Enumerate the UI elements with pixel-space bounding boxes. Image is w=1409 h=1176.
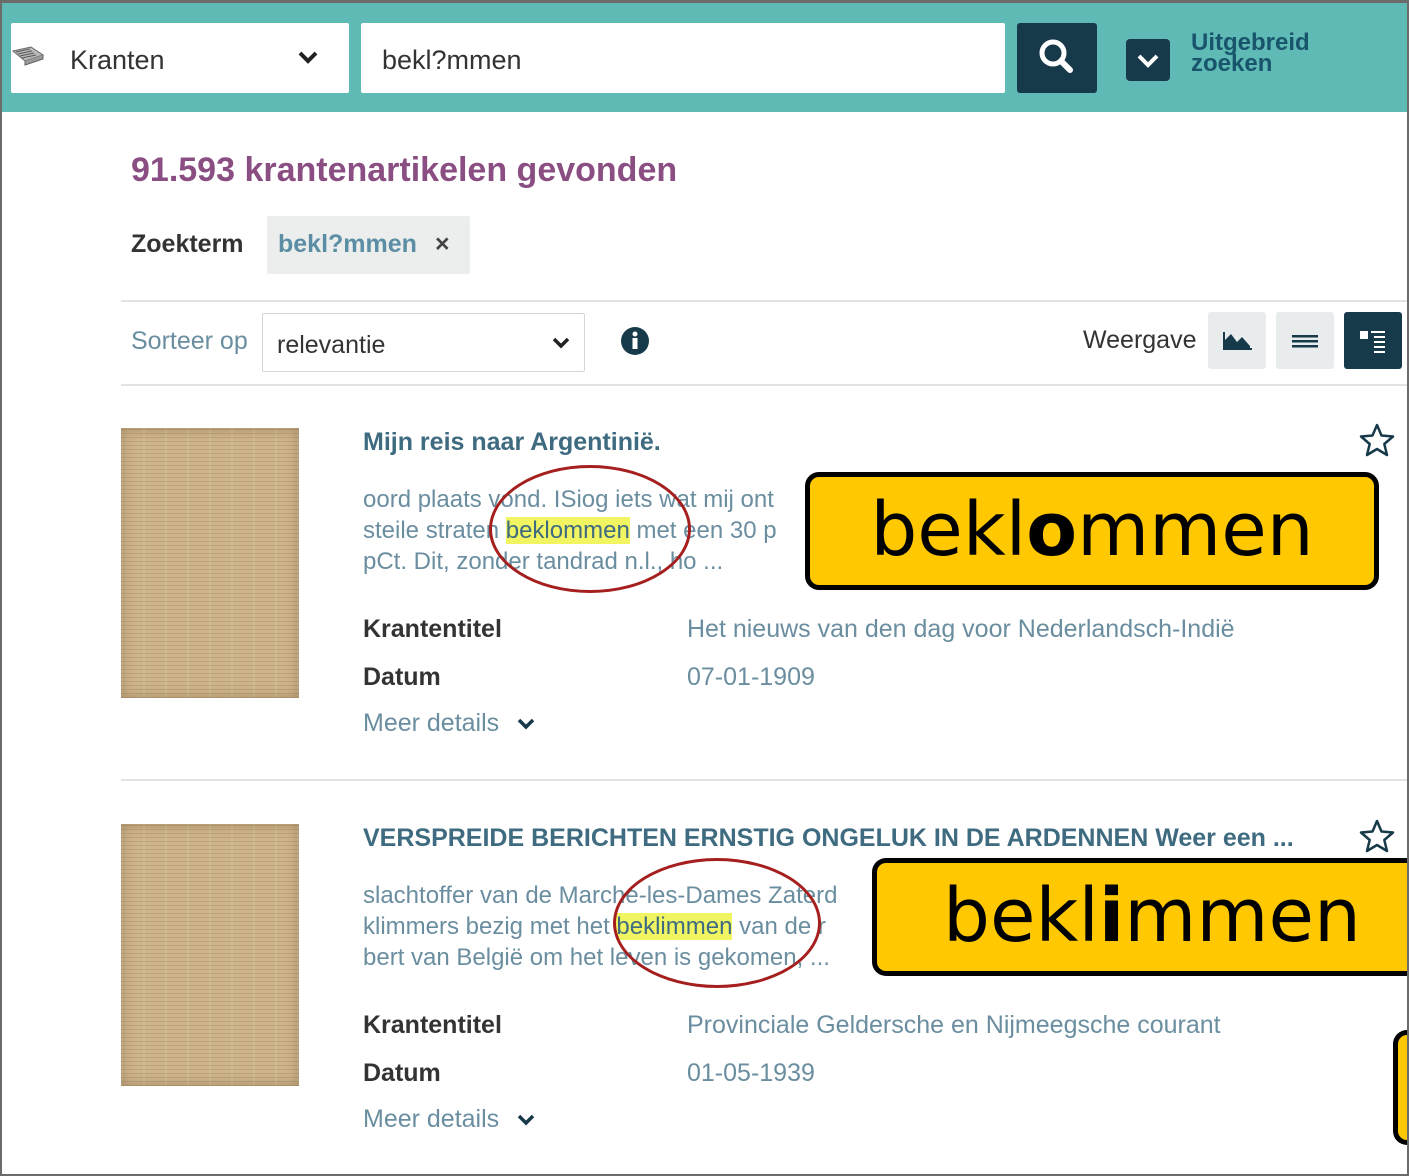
divider: [121, 384, 1409, 386]
callout-text: bekl: [943, 873, 1099, 959]
word-callout-partial: [1393, 1030, 1409, 1145]
search-bar: Kranten bekl?mmen Uitgebreid zoeken: [2, 3, 1409, 112]
advanced-search-link[interactable]: Uitgebreid zoeken: [1191, 31, 1351, 77]
word-callout: beklimmen: [872, 858, 1409, 976]
sort-value: relevantie: [277, 331, 386, 359]
chevron-down-icon: [552, 337, 570, 349]
detail-list-icon: [1360, 331, 1385, 353]
newspaper-icon: [11, 46, 45, 66]
star-icon[interactable]: [1358, 422, 1396, 458]
word-callout: beklommen: [805, 472, 1379, 590]
callout-text: bekl: [870, 487, 1027, 573]
chevron-down-icon: [1137, 54, 1159, 68]
collection-select[interactable]: Kranten: [11, 23, 349, 93]
newspaper-title-label: Krantentitel: [363, 1011, 502, 1039]
callout-letter: o: [1026, 487, 1078, 573]
newspaper-thumbnail[interactable]: [121, 824, 299, 1086]
sort-select[interactable]: relevantie: [262, 313, 585, 372]
view-list-button[interactable]: [1276, 312, 1334, 369]
search-term-chip[interactable]: bekl?mmen ×: [267, 216, 470, 274]
search-term-label: Zoekterm: [131, 230, 244, 258]
annotation-circle: [613, 858, 821, 988]
callout-letter: i: [1098, 873, 1125, 959]
annotation-circle: [489, 465, 691, 593]
result-count: 91.593 krantenartikelen gevonden: [131, 151, 678, 189]
newspaper-title-label: Krantentitel: [363, 615, 502, 643]
snippet-text: steile straten: [363, 517, 506, 544]
view-graph-button[interactable]: [1208, 312, 1266, 369]
result-title[interactable]: Mijn reis naar Argentinië.: [363, 428, 661, 457]
view-detail-button[interactable]: [1344, 312, 1402, 369]
advanced-search-line2: zoeken: [1191, 50, 1273, 77]
divider: [121, 779, 1409, 781]
date-value: 07-01-1909: [687, 663, 815, 691]
more-details-link[interactable]: Meer details: [363, 1105, 536, 1134]
chevron-down-icon: [517, 1115, 535, 1126]
list-icon: [1292, 335, 1318, 348]
date-value: 01-05-1939: [687, 1059, 815, 1087]
result-title[interactable]: VERSPREIDE BERICHTEN ERNSTIG ONGELUK IN …: [363, 824, 1294, 853]
callout-text: mmen: [1124, 873, 1361, 959]
newspaper-title-value: Het nieuws van den dag voor Nederlandsch…: [687, 615, 1235, 643]
collection-label: Kranten: [70, 45, 165, 75]
more-details-link[interactable]: Meer details: [363, 709, 536, 738]
date-label: Datum: [363, 1059, 441, 1087]
view-label: Weergave: [1083, 326, 1197, 354]
sort-label: Sorteer op: [131, 327, 248, 355]
callout-text: mmen: [1077, 487, 1314, 573]
chart-icon: [1223, 332, 1252, 350]
search-button[interactable]: [1017, 23, 1097, 93]
chevron-down-icon: [517, 719, 535, 730]
snippet-text: klimmers bezig met het: [363, 913, 617, 940]
chevron-down-icon: [298, 51, 318, 64]
divider: [121, 300, 1409, 302]
star-icon[interactable]: [1358, 818, 1396, 854]
date-label: Datum: [363, 663, 441, 691]
newspaper-title-value: Provinciale Geldersche en Nijmeegsche co…: [687, 1011, 1221, 1039]
newspaper-thumbnail[interactable]: [121, 428, 299, 698]
search-input[interactable]: bekl?mmen: [361, 23, 1005, 93]
more-details-label: Meer details: [363, 709, 500, 737]
search-input-value[interactable]: bekl?mmen: [382, 45, 522, 76]
more-details-label: Meer details: [363, 1105, 500, 1133]
search-term-value: bekl?mmen: [278, 230, 417, 258]
info-icon[interactable]: [620, 326, 650, 356]
advanced-search-toggle[interactable]: [1126, 39, 1170, 81]
search-icon: [1039, 39, 1073, 73]
remove-term-icon[interactable]: ×: [435, 230, 450, 259]
